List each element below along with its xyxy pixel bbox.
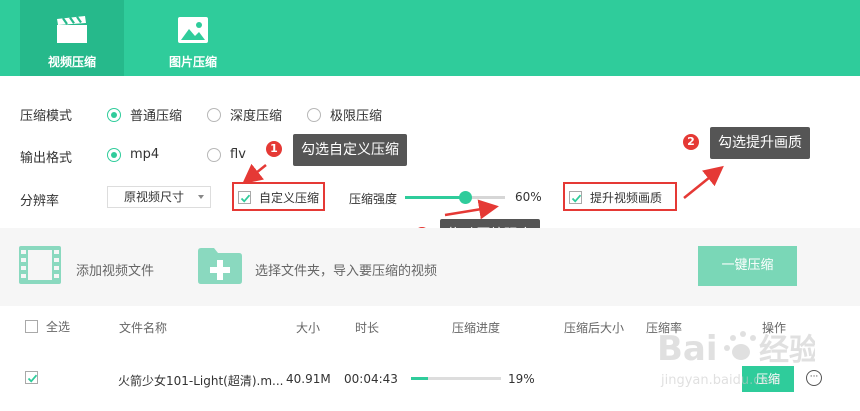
annotation-badge-1: 1 <box>266 141 282 157</box>
baidu-watermark-logo: Bai 经验 jingyan.baidu.com <box>655 318 819 390</box>
row-size: 40.91M <box>286 372 331 386</box>
add-video-button[interactable]: 添加视频文件 <box>76 260 154 279</box>
annotation-badge-2: 2 <box>683 134 699 150</box>
svg-text:经验: 经验 <box>759 333 815 368</box>
film-icon[interactable] <box>18 245 62 289</box>
app-window: 视频压缩 图片压缩 压缩模式 普通压缩 深度压缩 极限压缩 输出格式 mp4 f… <box>0 0 860 411</box>
check-icon <box>27 374 38 383</box>
annotation-tip-2: 勾选提升画质 <box>710 127 810 159</box>
annotation-arrow-2 <box>683 165 724 199</box>
svg-text:Bai: Bai <box>657 329 718 369</box>
add-folder-button[interactable]: 选择文件夹，导入要压缩的视频 <box>255 260 437 279</box>
header-filename: 文件名称 <box>119 321 168 335</box>
compress-all-button[interactable]: 一键压缩 <box>698 246 797 286</box>
row-progress-text: 19% <box>508 372 535 386</box>
checkbox-box <box>25 320 38 333</box>
progress-fill <box>411 377 429 380</box>
annotation-arrow-1 <box>242 163 267 185</box>
annotation-tip-1: 勾选自定义压缩 <box>293 134 407 166</box>
annotation-arrow-3 <box>444 199 499 220</box>
header-progress: 压缩进度 <box>452 321 501 335</box>
header-duration: 时长 <box>355 321 380 335</box>
row-progress-bar <box>411 377 501 380</box>
checkbox-box <box>25 371 38 384</box>
row-duration: 00:04:43 <box>344 372 398 386</box>
svg-text:jingyan.baidu.com: jingyan.baidu.com <box>660 373 781 388</box>
row-filename: 火箭少女101-Light(超清).m... <box>118 374 284 388</box>
row-checkbox[interactable] <box>25 371 38 384</box>
header-size-after: 压缩后大小 <box>564 321 625 335</box>
header-size: 大小 <box>296 321 321 335</box>
select-all-checkbox[interactable]: 全选 <box>25 318 70 335</box>
select-all-label: 全选 <box>46 320 71 334</box>
folder-add-icon[interactable] <box>197 247 243 289</box>
